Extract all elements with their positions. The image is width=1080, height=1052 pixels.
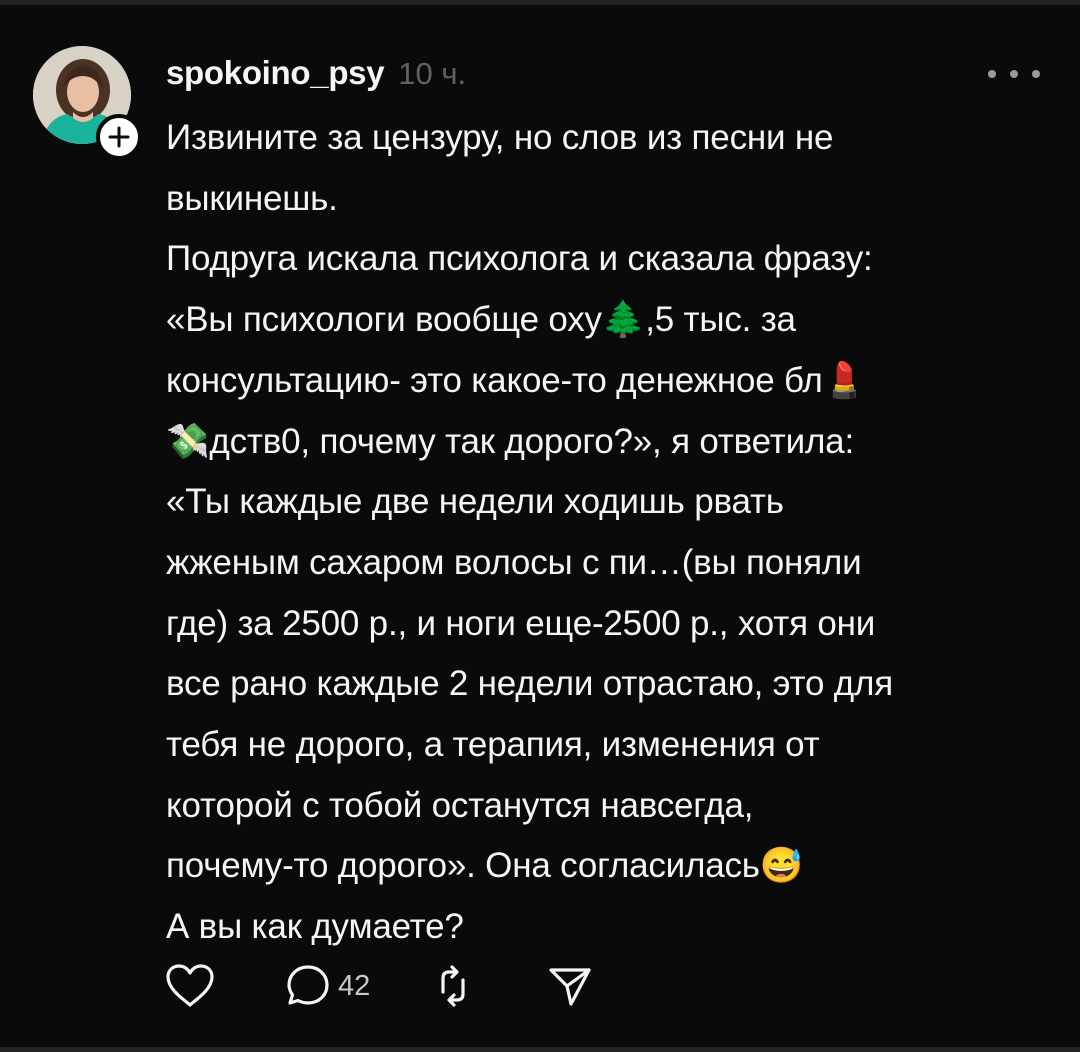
- post-body: Извините за цензуру, но слов из песни не…: [166, 118, 893, 947]
- username[interactable]: spokoino_psy: [166, 54, 385, 92]
- post-header: spokoino_psy 10 ч.: [166, 54, 466, 92]
- reply-button[interactable]: 42: [284, 962, 370, 1010]
- more-icon-dot: [1010, 70, 1018, 78]
- more-icon-dot: [988, 70, 996, 78]
- repost-icon: [441, 965, 465, 1007]
- follow-button[interactable]: [96, 114, 142, 160]
- heart-icon: [166, 964, 214, 1007]
- more-icon-dot: [1032, 70, 1040, 78]
- share-button[interactable]: [546, 962, 594, 1010]
- comment-icon: [287, 965, 329, 1005]
- repost-button[interactable]: [430, 962, 476, 1010]
- more-options-button[interactable]: [988, 60, 1040, 88]
- like-button[interactable]: [164, 962, 216, 1010]
- action-bar: 42: [164, 958, 594, 1014]
- reply-count: 42: [338, 969, 371, 1002]
- plus-icon: [108, 126, 130, 148]
- timestamp: 10 ч.: [398, 56, 467, 91]
- send-icon: [549, 968, 591, 1006]
